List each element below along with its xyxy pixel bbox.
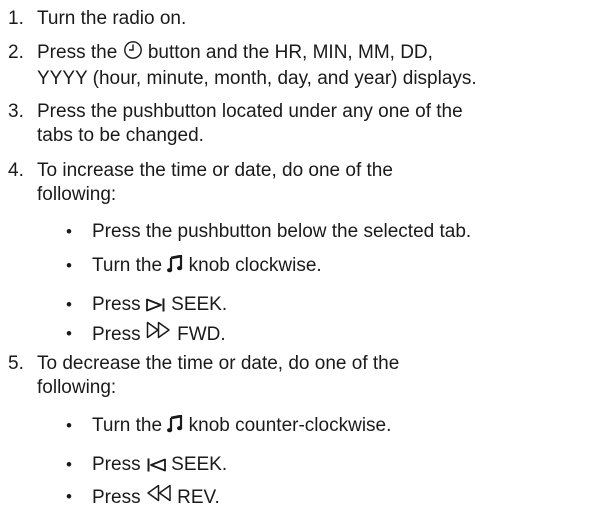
bullet-dot: • (66, 455, 72, 474)
step-text-line-1: To increase the time or date, do one of … (37, 160, 393, 181)
seek-forward-icon (145, 294, 166, 319)
bullet-text: Press REV. (92, 484, 220, 510)
step-text-line-2: following: (37, 184, 117, 205)
bullet-text-post: FWD. (177, 324, 226, 345)
bullet-text-post: SEEK. (171, 454, 228, 475)
bullet-text: Press SEEK. (92, 292, 227, 319)
bullet-dot: • (66, 416, 72, 435)
bullet-text: Press FWD. (92, 321, 226, 347)
instructions-page: 1. Turn the radio on. 2. Press the butto… (0, 0, 596, 529)
music-note-icon (167, 414, 183, 440)
clock-icon (123, 40, 143, 67)
bullet-text: Press the pushbutton below the selected … (92, 221, 472, 242)
bullet-text-pre: Turn the (92, 415, 163, 436)
bullet-text-post: knob counter-clockwise. (188, 415, 392, 436)
rewind-icon (146, 484, 172, 509)
step-text: Turn the radio on. (37, 8, 187, 29)
bullet-text: Turn the knob counter-clockwise. (92, 413, 391, 440)
bullet-dot: • (66, 295, 72, 314)
step-text-pre: Press the (37, 42, 118, 63)
step-text-line-1: To decrease the time or date, do one of … (37, 353, 400, 374)
bullet-text-pre: Press (92, 324, 141, 345)
step-text-line-1: Press the pushbutton located under any o… (37, 101, 463, 122)
step-text-line-2: following: (37, 377, 117, 398)
step-number: 5. (8, 353, 24, 374)
bullet-text-post: REV. (177, 487, 220, 508)
music-note-icon (167, 254, 183, 280)
step-number: 4. (8, 160, 24, 181)
fast-forward-icon (146, 321, 172, 346)
bullet-text-post: knob clockwise. (188, 255, 322, 276)
bullet-text-post: SEEK. (171, 294, 228, 315)
step-text-line-2: YYYY (hour, minute, month, day, and year… (37, 68, 477, 89)
bullet-text-pre: Turn the (92, 255, 163, 276)
step-text-line-2: tabs to be changed. (37, 125, 204, 146)
bullet-dot: • (66, 256, 72, 275)
bullet-text-pre: Press (92, 487, 141, 508)
seek-backward-icon (146, 454, 166, 479)
step-text-line-1: Press the button and the HR, MIN, MM, DD… (37, 40, 433, 67)
bullet-text: Turn the knob clockwise. (92, 253, 322, 280)
step-number: 3. (8, 101, 24, 122)
step-number: 1. (8, 8, 24, 29)
step-number: 2. (8, 42, 24, 63)
bullet-text-pre: Press (92, 294, 141, 315)
bullet-dot: • (66, 222, 72, 241)
bullet-dot: • (66, 487, 72, 506)
bullet-dot: • (66, 324, 72, 343)
bullet-text: Press SEEK. (92, 452, 227, 479)
step-text-post: button and the HR, MIN, MM, DD, (147, 42, 433, 63)
bullet-text-pre: Press (92, 454, 141, 475)
